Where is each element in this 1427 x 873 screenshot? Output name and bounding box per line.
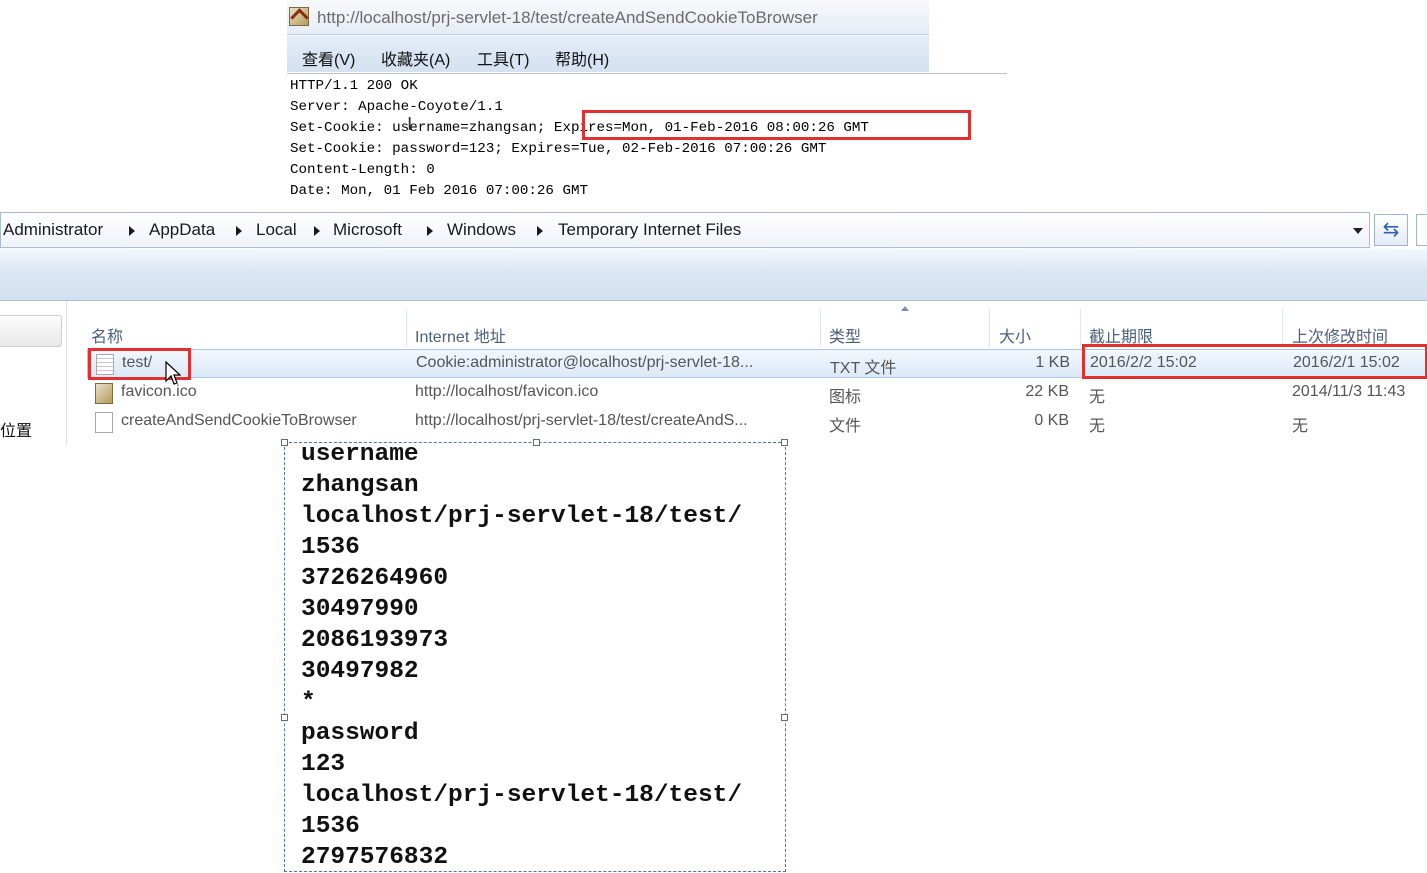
breadcrumb-arrow-icon[interactable] xyxy=(537,226,543,236)
cookie-line: 123 xyxy=(301,751,346,778)
column-separator[interactable] xyxy=(406,309,407,347)
mouse-pointer-icon xyxy=(165,361,181,385)
date-highlight-box xyxy=(1082,344,1427,379)
file-size: 22 KB xyxy=(1025,383,1069,400)
divider xyxy=(287,73,1007,74)
file-size: 1 KB xyxy=(1035,354,1070,371)
page-favicon-icon xyxy=(289,7,309,26)
file-row[interactable]: favicon.ico http://localhost/favicon.ico… xyxy=(87,379,1427,408)
breadcrumb-arrow-icon[interactable] xyxy=(236,226,242,236)
address-url[interactable]: http://localhost/prj-servlet-18/test/cre… xyxy=(317,8,818,28)
menu-bar: 查看(V) 收藏夹(A) 工具(T) 帮助(H) xyxy=(287,35,929,72)
column-separator[interactable] xyxy=(1282,309,1283,347)
cookie-line: 2086193973 xyxy=(301,627,449,654)
file-modified: 无 xyxy=(1292,418,1309,435)
breadcrumb-arrow-icon[interactable] xyxy=(427,226,433,236)
cookie-line: username xyxy=(301,441,419,468)
menu-favorites[interactable]: 收藏夹(A) xyxy=(381,46,450,70)
command-toolbar xyxy=(0,249,1427,301)
cookie-line: 2797576832 xyxy=(301,844,449,871)
menu-view[interactable]: 查看(V) xyxy=(302,46,355,70)
breadcrumb-arrow-icon[interactable] xyxy=(314,226,320,236)
cookie-line: 3726264960 xyxy=(301,565,449,592)
nav-location-label[interactable]: 位置 xyxy=(0,417,32,441)
http-header-date: Date: Mon, 01 Feb 2016 07:00:26 GMT xyxy=(290,183,588,199)
resize-handle[interactable] xyxy=(781,714,788,721)
column-header-type[interactable]: 类型 xyxy=(829,323,861,347)
address-bar[interactable]: http://localhost/prj-servlet-18/test/cre… xyxy=(287,0,929,35)
breadcrumb-local[interactable]: Local xyxy=(256,220,297,240)
menu-tools[interactable]: 工具(T) xyxy=(477,46,529,70)
breadcrumb-temporary-internet-files[interactable]: Temporary Internet Files xyxy=(558,220,741,240)
cookie-line: 30497982 xyxy=(301,658,419,685)
file-type: TXT 文件 xyxy=(830,360,897,377)
column-header-internet-address[interactable]: Internet 地址 xyxy=(415,323,506,347)
file-expires: 无 xyxy=(1089,418,1106,435)
explorer-window: Administrator AppData Local Microsoft Wi… xyxy=(0,212,1427,445)
text-cursor-icon: I xyxy=(407,114,413,135)
file-name: favicon.ico xyxy=(121,383,197,400)
file-address: http://localhost/favicon.ico xyxy=(415,383,599,400)
http-status-line: HTTP/1.1 200 OK xyxy=(290,78,418,94)
breadcrumb-arrow-icon[interactable] xyxy=(129,226,135,236)
menu-help[interactable]: 帮助(H) xyxy=(555,46,609,70)
http-header-content-length: Content-Length: 0 xyxy=(290,162,435,178)
cookie-line: * xyxy=(301,689,316,716)
column-header-size[interactable]: 大小 xyxy=(999,323,1031,347)
breadcrumb[interactable]: Administrator AppData Local Microsoft Wi… xyxy=(0,212,1370,248)
resize-handle[interactable] xyxy=(281,714,288,721)
cookie-line: localhost/prj-servlet-18/test/ xyxy=(301,503,743,530)
resize-handle[interactable] xyxy=(781,439,788,446)
file-address: Cookie:administrator@localhost/prj-servl… xyxy=(416,354,754,371)
browser-window: http://localhost/prj-servlet-18/test/cre… xyxy=(287,0,1007,212)
column-header-name[interactable]: 名称 xyxy=(91,323,123,347)
file-expires: 无 xyxy=(1089,389,1106,406)
cookie-line: 1536 xyxy=(301,813,360,840)
file-name: createAndSendCookieToBrowser xyxy=(121,412,357,429)
file-type: 图标 xyxy=(829,389,862,406)
chevron-down-icon[interactable] xyxy=(1353,228,1363,234)
cookie-line: password xyxy=(301,720,419,747)
breadcrumb-windows[interactable]: Windows xyxy=(447,220,516,240)
cookie-line: 1536 xyxy=(301,534,360,561)
column-separator[interactable] xyxy=(820,309,821,347)
cookie-file-content: username zhangsan localhost/prj-servlet-… xyxy=(281,439,788,872)
expires-highlight-box xyxy=(582,110,971,140)
resize-handle[interactable] xyxy=(281,439,288,446)
file-row[interactable]: createAndSendCookieToBrowser http://loca… xyxy=(87,408,1427,437)
cookie-line: localhost/prj-servlet-18/test/ xyxy=(301,782,743,809)
http-header-set-cookie-password: Set-Cookie: password=123; Expires=Tue, 0… xyxy=(290,141,827,157)
favicon-file-icon xyxy=(95,383,113,404)
file-size: 0 KB xyxy=(1034,412,1069,429)
cookie-line: 30497990 xyxy=(301,596,419,623)
column-separator[interactable] xyxy=(1080,309,1081,347)
sort-arrow-icon xyxy=(901,306,909,311)
file-address: http://localhost/prj-servlet-18/test/cre… xyxy=(415,412,748,429)
nav-pane-item[interactable] xyxy=(0,315,62,347)
refresh-button[interactable]: ⇆ xyxy=(1374,214,1408,246)
search-input[interactable] xyxy=(1416,214,1427,246)
file-type: 文件 xyxy=(829,418,862,435)
breadcrumb-administrator[interactable]: Administrator xyxy=(3,220,103,240)
breadcrumb-microsoft[interactable]: Microsoft xyxy=(333,220,402,240)
column-separator[interactable] xyxy=(989,309,990,347)
refresh-icon: ⇆ xyxy=(1382,219,1400,241)
navigation-pane: 位置 xyxy=(0,301,67,445)
cookie-line: zhangsan xyxy=(301,472,419,499)
breadcrumb-appdata[interactable]: AppData xyxy=(149,220,215,240)
blank-file-icon xyxy=(95,412,113,433)
file-modified: 2014/11/3 11:43 xyxy=(1292,383,1406,400)
